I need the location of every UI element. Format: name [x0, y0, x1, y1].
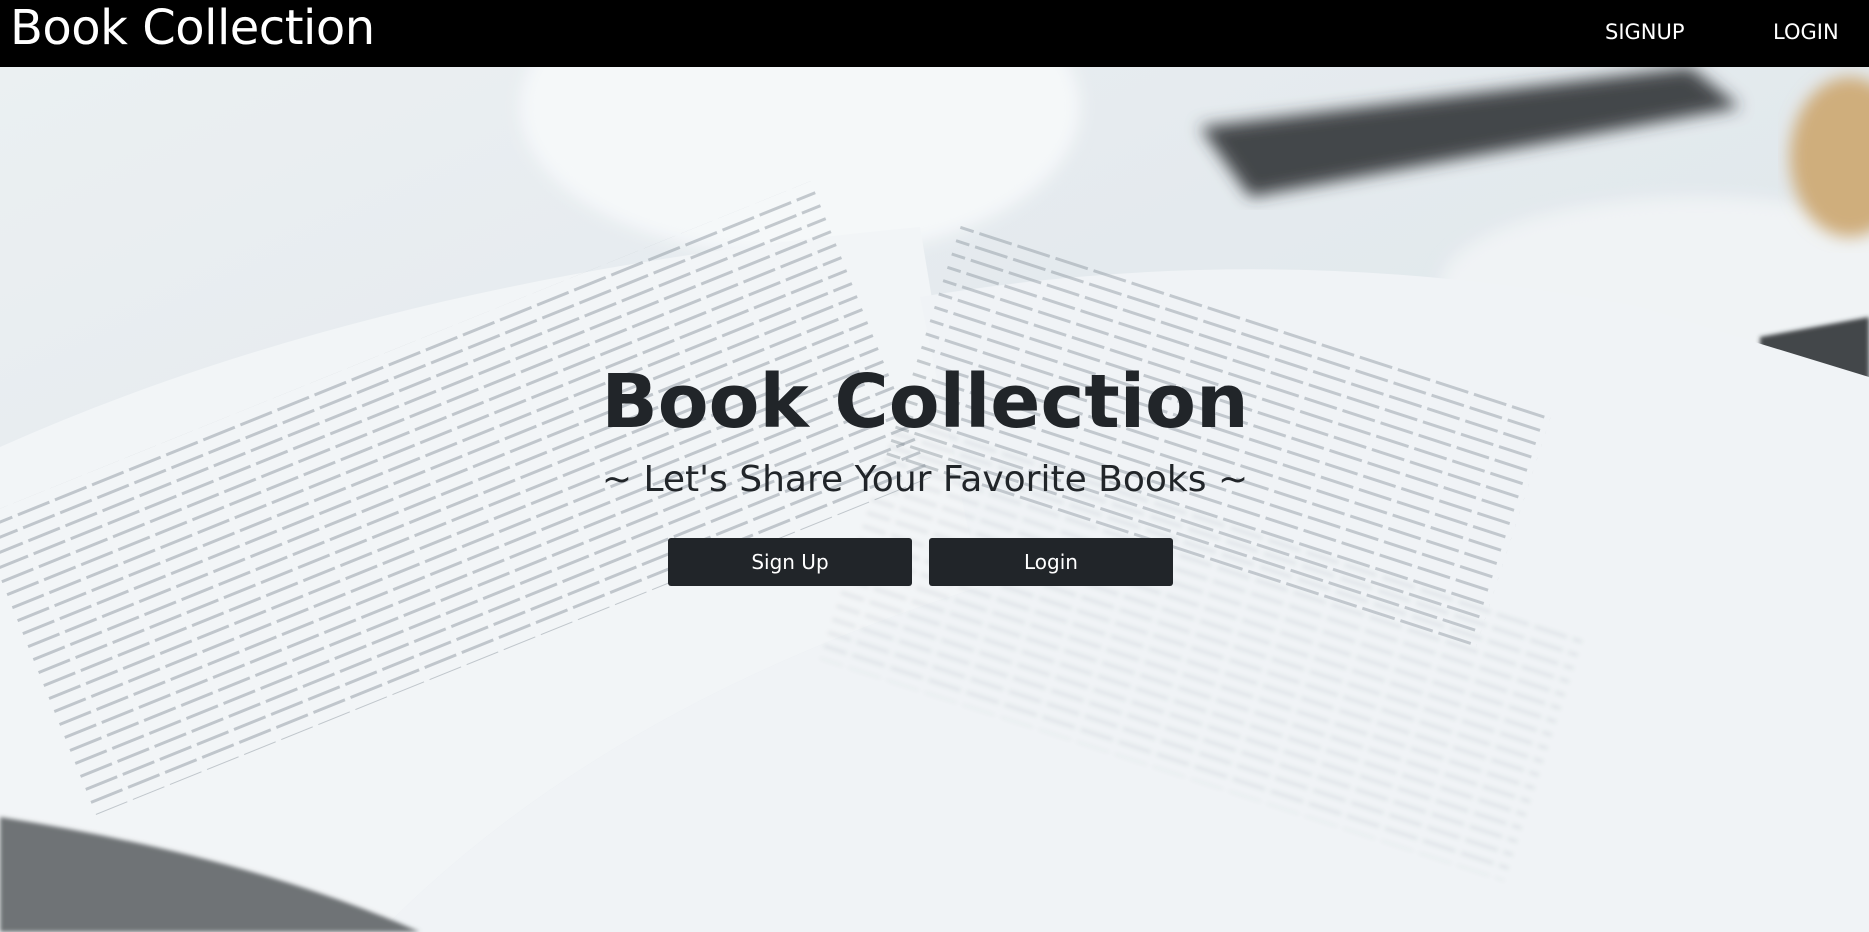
hero-subtitle: ~ Let's Share Your Favorite Books ~	[601, 459, 1249, 500]
hero-section: Book Collection ~ Let's Share Your Favor…	[0, 67, 1869, 932]
hero-title: Book Collection	[601, 359, 1249, 445]
login-button[interactable]: Login	[929, 538, 1173, 586]
nav-signup-link[interactable]: SIGNUP	[1605, 0, 1685, 64]
navbar: Book Collection SIGNUP LOGIN	[0, 0, 1869, 67]
nav-login-link[interactable]: LOGIN	[1773, 0, 1839, 64]
signup-button[interactable]: Sign Up	[668, 538, 912, 586]
brand-logo-text[interactable]: Book Collection	[10, 0, 375, 56]
